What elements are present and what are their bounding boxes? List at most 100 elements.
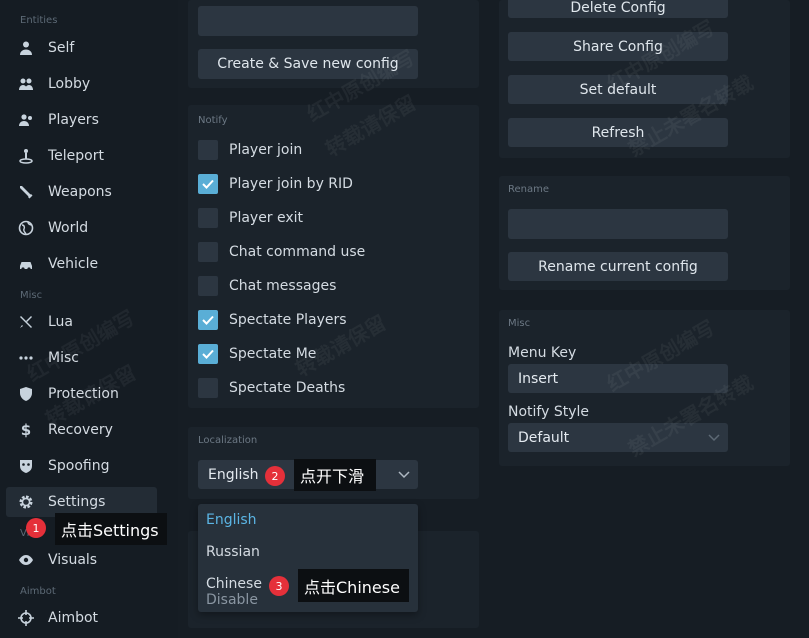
- language-option-chinese[interactable]: Chinese: [206, 576, 262, 592]
- section-label-misc: Misc: [20, 290, 43, 301]
- config-name-input[interactable]: [198, 6, 418, 36]
- checkbox[interactable]: [198, 276, 218, 296]
- sidebar-item-recovery[interactable]: $ Recovery: [6, 415, 157, 445]
- rename-config-button[interactable]: Rename current config: [508, 252, 728, 281]
- menu-key-value: Insert: [518, 370, 559, 387]
- checkbox-label: Spectate Players: [229, 312, 347, 328]
- mask-icon: [18, 458, 34, 474]
- checkbox-label: Spectate Deaths: [229, 380, 346, 396]
- chevron-down-icon: [398, 468, 410, 484]
- sidebar-item-label: Visuals: [48, 552, 98, 568]
- sidebar-item-label: Players: [48, 112, 99, 128]
- people-icon: [18, 76, 34, 92]
- checkbox[interactable]: [198, 310, 218, 330]
- checkbox-row[interactable]: Spectate Deaths: [198, 378, 345, 398]
- callout-settings: 点击Settings: [55, 513, 167, 545]
- tools-icon: [18, 314, 34, 330]
- refresh-button[interactable]: Refresh: [508, 118, 728, 147]
- delete-config-button[interactable]: Delete Config: [508, 0, 728, 18]
- check-icon: [202, 179, 214, 189]
- sidebar-item-spoofing[interactable]: Spoofing: [6, 451, 157, 481]
- group-icon: [18, 112, 34, 128]
- sidebar-item-protection[interactable]: Protection: [6, 379, 157, 409]
- globe-icon: [18, 220, 34, 236]
- checkbox-row[interactable]: Chat messages: [198, 276, 336, 296]
- callout-scroll: 点开下滑: [294, 459, 376, 491]
- checkbox[interactable]: [198, 242, 218, 262]
- sidebar-item-visuals[interactable]: Visuals: [6, 545, 157, 575]
- sidebar-item-aimbot[interactable]: Aimbot: [6, 603, 157, 633]
- section-label-aimbot: Aimbot: [20, 586, 56, 597]
- sidebar-item-misc[interactable]: Misc: [6, 343, 157, 373]
- sidebar-item-label: Lobby: [48, 76, 91, 92]
- checkbox-label: Chat command use: [229, 244, 366, 260]
- check-icon: [202, 349, 214, 359]
- sidebar-item-lobby[interactable]: Lobby: [6, 69, 157, 99]
- dots-icon: [18, 350, 34, 366]
- checkbox[interactable]: [198, 344, 218, 364]
- checkbox-label: Player join: [229, 142, 303, 158]
- notify-style-label: Notify Style: [508, 404, 589, 420]
- share-config-button[interactable]: Share Config: [508, 32, 728, 61]
- person-icon: [18, 40, 34, 56]
- set-default-button[interactable]: Set default: [508, 75, 728, 104]
- sidebar-item-world[interactable]: World: [6, 213, 157, 243]
- gear-icon: [18, 494, 34, 510]
- sidebar-item-self[interactable]: Self: [6, 33, 157, 63]
- checkbox-row[interactable]: Chat command use: [198, 242, 365, 262]
- callout-chinese: 点击Chinese: [298, 569, 409, 602]
- notify-style-select[interactable]: Default: [508, 423, 728, 452]
- checkbox-row[interactable]: Spectate Me: [198, 344, 316, 364]
- sidebar-item-label: Spoofing: [48, 458, 110, 474]
- localization-title: Localization: [198, 435, 258, 446]
- shield-icon: [18, 386, 34, 402]
- create-save-config-button[interactable]: Create & Save new config: [198, 49, 418, 79]
- checkbox[interactable]: [198, 174, 218, 194]
- chevron-down-icon: [708, 431, 720, 447]
- checkbox[interactable]: [198, 378, 218, 398]
- rename-input[interactable]: [508, 209, 728, 239]
- sidebar-item-label: Settings: [48, 494, 106, 510]
- checkbox-row[interactable]: Spectate Players: [198, 310, 347, 330]
- sidebar-item-vehicle[interactable]: Vehicle: [6, 249, 157, 279]
- sidebar-item-label: World: [48, 220, 89, 236]
- sidebar-item-label: Weapons: [48, 184, 112, 200]
- menu-key-label: Menu Key: [508, 345, 577, 361]
- sidebar-item-teleport[interactable]: Teleport: [6, 141, 157, 171]
- hidden-option-disable: Disable: [206, 592, 258, 608]
- checkbox[interactable]: [198, 140, 218, 160]
- sidebar-item-label: Self: [48, 40, 75, 56]
- checkbox-label: Spectate Me: [229, 346, 317, 362]
- sidebar-item-label: Lua: [48, 314, 74, 330]
- sidebar-item-label: Teleport: [48, 148, 104, 164]
- crosshair-icon: [18, 610, 34, 626]
- sidebar-item-label: Protection: [48, 386, 119, 402]
- notify-title: Notify: [198, 115, 228, 126]
- sidebar-item-weapons[interactable]: Weapons: [6, 177, 157, 207]
- misc-title: Misc: [508, 318, 531, 329]
- step-badge: 3: [269, 576, 289, 596]
- menu-key-field[interactable]: Insert: [508, 364, 728, 393]
- teleport-icon: [18, 148, 34, 164]
- checkbox-row[interactable]: Player exit: [198, 208, 303, 228]
- checkbox-label: Player exit: [229, 210, 304, 226]
- sidebar-item-players[interactable]: Players: [6, 105, 157, 135]
- checkbox[interactable]: [198, 208, 218, 228]
- sidebar-item-label: Vehicle: [48, 256, 99, 272]
- checkbox-row[interactable]: Player join by RID: [198, 174, 353, 194]
- weapon-icon: [18, 184, 34, 200]
- step-badge: 1: [26, 518, 46, 538]
- rename-title: Rename: [508, 184, 550, 195]
- sidebar-item-label: Recovery: [48, 422, 113, 438]
- section-label-entities: Entities: [20, 15, 58, 26]
- language-option-english[interactable]: English: [206, 512, 257, 528]
- language-option-russian[interactable]: Russian: [206, 544, 260, 560]
- checkbox-label: Chat messages: [229, 278, 337, 294]
- checkbox-row[interactable]: Player join: [198, 140, 302, 160]
- step-badge: 2: [265, 466, 285, 486]
- checkbox-label: Player join by RID: [229, 176, 353, 192]
- car-icon: [18, 256, 34, 272]
- check-icon: [202, 315, 214, 325]
- sidebar-item-lua[interactable]: Lua: [6, 307, 157, 337]
- language-select-value: English: [208, 466, 259, 483]
